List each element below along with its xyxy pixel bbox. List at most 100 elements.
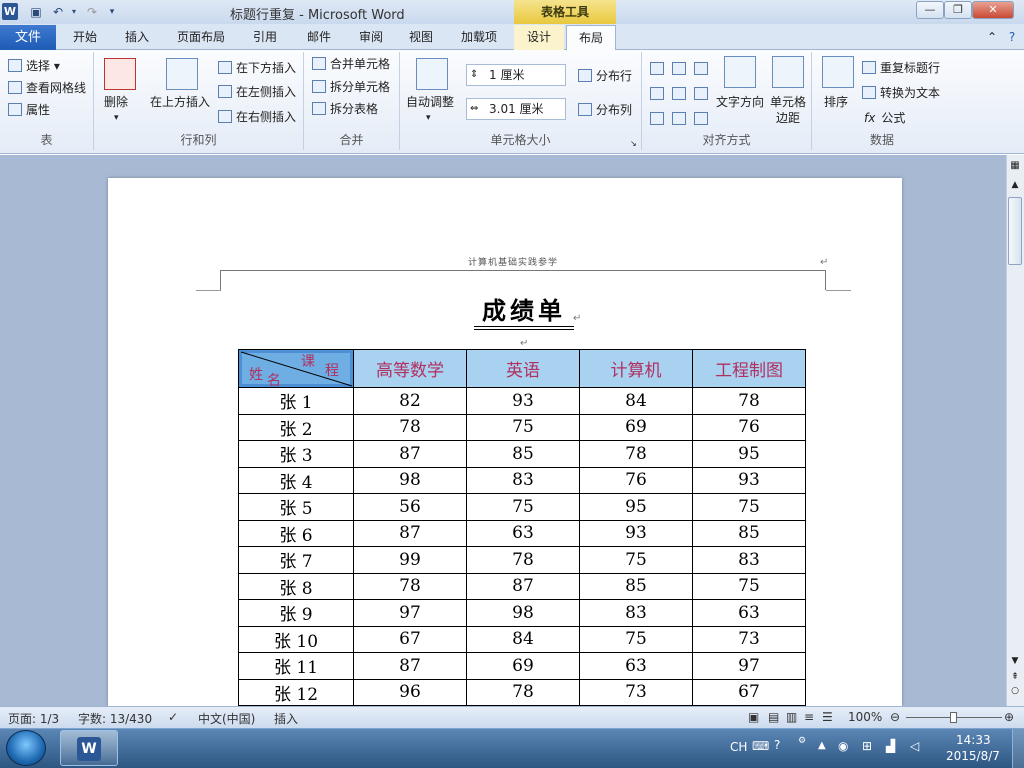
score-cell[interactable]: 83 <box>579 599 693 627</box>
score-cell[interactable]: 75 <box>692 493 806 521</box>
page-count[interactable]: 页面: 1/3 <box>8 710 59 727</box>
save-icon[interactable]: ▣ <box>28 4 44 20</box>
score-cell[interactable]: 83 <box>466 466 580 494</box>
clock-date[interactable]: 2015/8/7 <box>946 749 1000 763</box>
score-cell[interactable]: 56 <box>353 493 467 521</box>
align-bottom-left-icon[interactable] <box>650 112 664 125</box>
input-language[interactable]: CH <box>730 740 747 754</box>
text-direction-button[interactable]: 文字方向 <box>716 94 764 110</box>
formula-button[interactable]: fx 公式 <box>864 110 905 126</box>
select-button[interactable]: 选择 ▾ <box>8 58 60 74</box>
score-cell[interactable]: 98 <box>466 599 580 627</box>
student-name-cell[interactable]: 张 8 <box>238 572 354 600</box>
tray-app-icon[interactable]: ◉ <box>838 739 848 753</box>
table-row[interactable]: 张 1 82 93 84 78 <box>238 387 806 415</box>
score-cell[interactable]: 93 <box>466 387 580 415</box>
align-top-left-icon[interactable] <box>650 62 664 75</box>
undo-dropdown-icon[interactable]: ▾ <box>66 4 82 20</box>
score-cell[interactable]: 67 <box>692 678 806 706</box>
insert-above-button[interactable]: 在上方插入 <box>150 94 210 110</box>
score-cell[interactable]: 78 <box>353 572 467 600</box>
page-header-text[interactable]: 计算机基础实践参学 <box>468 255 558 268</box>
table-row[interactable]: 张 10 67 84 75 73 <box>238 625 806 653</box>
distribute-columns-button[interactable]: 分布列 <box>578 102 632 118</box>
student-name-cell[interactable]: 张 11 <box>238 652 354 680</box>
zoom-slider-thumb[interactable] <box>950 712 957 723</box>
tab-design[interactable]: 设计 <box>514 25 564 50</box>
score-cell[interactable]: 78 <box>692 387 806 415</box>
previous-page-icon[interactable]: ⇞ <box>1008 672 1022 682</box>
score-cell[interactable]: 73 <box>692 625 806 653</box>
student-name-cell[interactable]: 张 3 <box>238 440 354 468</box>
properties-button[interactable]: 属性 <box>8 102 50 118</box>
align-top-center-icon[interactable] <box>672 62 686 75</box>
delete-button[interactable]: 删除 <box>104 94 128 110</box>
word-count[interactable]: 字数: 13/430 <box>78 710 152 727</box>
score-cell[interactable]: 69 <box>579 413 693 441</box>
show-desktop-button[interactable] <box>1012 729 1024 768</box>
zoom-in-icon[interactable]: ⊕ <box>1004 710 1014 724</box>
insert-right-button[interactable]: 在右侧插入 <box>218 109 296 125</box>
insert-left-button[interactable]: 在左侧插入 <box>218 84 296 100</box>
undo-icon[interactable]: ↶ <box>50 4 66 20</box>
table-row[interactable]: 张 2 78 75 69 76 <box>238 413 806 441</box>
score-cell[interactable]: 75 <box>692 572 806 600</box>
align-middle-center-icon[interactable] <box>672 87 686 100</box>
language-indicator[interactable]: 中文(中国) <box>198 710 255 727</box>
column-header-math[interactable]: 高等数学 <box>353 349 467 388</box>
dialog-launcher-icon[interactable]: ↘ <box>630 136 637 152</box>
score-cell[interactable]: 63 <box>466 519 580 547</box>
cell-margins-button[interactable]: 单元格边距 <box>768 94 808 126</box>
score-cell[interactable]: 87 <box>353 519 467 547</box>
score-table[interactable]: 课 程 姓 名 高等数学 英语 计算机 工程制图 张 1 82 93 84 78 张 2… <box>238 349 806 706</box>
network-icon[interactable]: ▟ <box>886 739 895 753</box>
split-table-button[interactable]: 拆分表格 <box>312 101 378 117</box>
align-bottom-right-icon[interactable] <box>694 112 708 125</box>
insert-below-button[interactable]: 在下方插入 <box>218 60 296 76</box>
distribute-rows-button[interactable]: 分布行 <box>578 68 632 84</box>
score-cell[interactable]: 85 <box>579 572 693 600</box>
tab-page-layout[interactable]: 页面布局 <box>170 25 232 50</box>
student-name-cell[interactable]: 张 9 <box>238 599 354 627</box>
score-cell[interactable]: 95 <box>692 440 806 468</box>
score-cell[interactable]: 93 <box>692 466 806 494</box>
taskbar-word-button[interactable]: W <box>60 730 118 766</box>
score-cell[interactable]: 73 <box>579 678 693 706</box>
convert-to-text-button[interactable]: 转换为文本 <box>862 85 940 101</box>
minimize-button[interactable]: — <box>916 1 944 19</box>
align-bottom-center-icon[interactable] <box>672 112 686 125</box>
student-name-cell[interactable]: 张 5 <box>238 493 354 521</box>
show-hidden-icons[interactable]: ▲ <box>818 740 826 751</box>
score-cell[interactable]: 75 <box>579 625 693 653</box>
score-cell[interactable]: 97 <box>692 652 806 680</box>
score-cell[interactable]: 95 <box>579 493 693 521</box>
column-width-input[interactable]: 3.01 厘米 <box>466 98 566 120</box>
tab-references[interactable]: 引用 <box>242 25 288 50</box>
score-cell[interactable]: 87 <box>466 572 580 600</box>
browse-object-icon[interactable]: ○ <box>1008 686 1022 696</box>
score-cell[interactable]: 84 <box>466 625 580 653</box>
word-app-icon[interactable]: W <box>2 3 18 20</box>
draft-view-icon[interactable]: ☰ <box>822 710 833 724</box>
score-cell[interactable]: 84 <box>579 387 693 415</box>
score-cell[interactable]: 97 <box>353 599 467 627</box>
table-row[interactable]: 张 12 96 78 73 67 <box>238 678 806 706</box>
scroll-up-icon[interactable]: ▲ <box>1008 180 1022 194</box>
score-cell[interactable]: 69 <box>466 652 580 680</box>
student-name-cell[interactable]: 张 1 <box>238 387 354 415</box>
maximize-button[interactable]: ❐ <box>944 1 972 19</box>
scroll-down-icon[interactable]: ▼ <box>1008 656 1022 666</box>
score-cell[interactable]: 83 <box>692 546 806 574</box>
help-tray-icon[interactable]: ? <box>774 738 780 752</box>
view-gridlines-button[interactable]: 查看网格线 <box>8 80 86 96</box>
score-cell[interactable]: 93 <box>579 519 693 547</box>
score-cell[interactable]: 75 <box>466 413 580 441</box>
table-row[interactable]: 张 5 56 75 95 75 <box>238 493 806 521</box>
outline-view-icon[interactable]: ≡ <box>804 710 814 724</box>
score-cell[interactable]: 98 <box>353 466 467 494</box>
student-name-cell[interactable]: 张 2 <box>238 413 354 441</box>
table-row[interactable]: 张 4 98 83 76 93 <box>238 466 806 494</box>
start-button[interactable] <box>6 730 46 766</box>
score-cell[interactable]: 75 <box>466 493 580 521</box>
student-name-cell[interactable]: 张 12 <box>238 678 354 706</box>
